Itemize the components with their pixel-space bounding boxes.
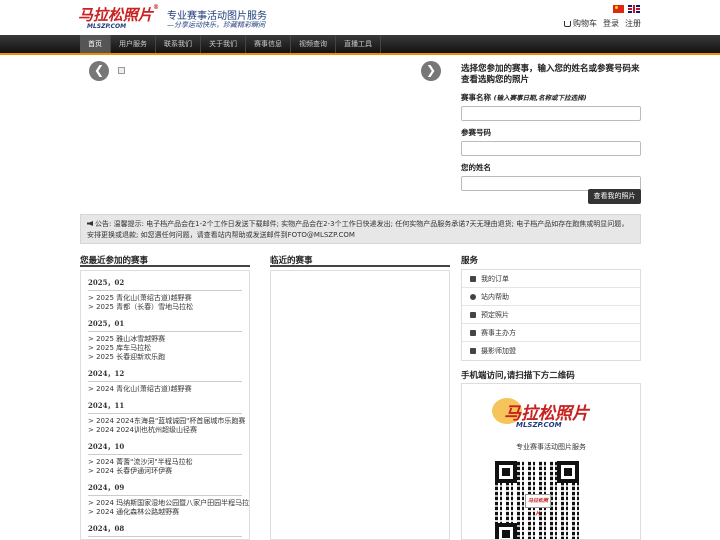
bullet-arrow-icon: > xyxy=(88,303,97,311)
event-month-header: 2024，08 xyxy=(88,524,242,537)
your-name-label: 您的姓名 xyxy=(461,163,491,172)
upcoming-events-title: 临近的赛事 xyxy=(270,254,450,267)
bullet-arrow-icon: > xyxy=(88,294,97,302)
bullet-arrow-icon: > xyxy=(88,499,97,507)
photo-slider: ❮ ❯ xyxy=(80,56,445,206)
register-link[interactable]: 注册 xyxy=(625,18,641,29)
chinese-flag-icon[interactable] xyxy=(613,5,624,13)
camera-icon xyxy=(470,348,476,354)
qr-panel: 马拉松照片 MLSZP.COM 专业赛事活动图片服务 马拉松照片 xyxy=(461,383,641,540)
bullet-arrow-icon: > xyxy=(88,344,97,352)
qr-finder-icon xyxy=(557,461,579,483)
event-name-label: 赛事名称 (输入赛事日期,名称或下拉选择) xyxy=(461,93,587,102)
service-help[interactable]: 站内帮助 xyxy=(462,288,640,306)
search-heading: 选择您参加的赛事，输入您的姓名或参赛号码来查看选购您的照片 xyxy=(461,64,640,85)
event-month-header: 2024，11 xyxy=(88,401,242,414)
speaker-icon xyxy=(87,221,93,226)
nav-events[interactable]: 赛事信息 xyxy=(246,35,291,53)
login-link[interactable]: 登录 xyxy=(603,18,619,29)
event-name-input[interactable] xyxy=(461,106,641,121)
qr-code-icon: 马拉松照片 xyxy=(495,461,579,539)
event-link[interactable]: > 2024 2024东海县"蓝城诚园"杯首届城市乐跑赛 xyxy=(88,417,245,426)
event-link[interactable]: > 2024 玛纳斯国家湿地公园暨八家户田园半程马拉松 xyxy=(88,499,249,508)
help-icon xyxy=(470,294,476,300)
announcement-text: 公告: 温馨提示: 电子档产品会在1-2个工作日发送下载邮件; 实物产品会在2-… xyxy=(87,220,629,239)
event-month-header: 2025，01 xyxy=(88,319,242,332)
services-title: 服务 xyxy=(461,256,479,266)
service-reserve-photos[interactable]: 预定照片 xyxy=(462,306,640,324)
event-link[interactable]: > 2025 青化山(萧绍古道)越野赛 xyxy=(88,294,242,303)
qr-caption: 专业赛事活动图片服务 xyxy=(516,443,586,451)
event-month-header: 2024，10 xyxy=(88,442,242,455)
site-header: 马拉松照片® MLSZP.COM 专业赛事活动图片服务 —分享运动快乐，珍藏精彩… xyxy=(0,0,720,35)
upcoming-events-list xyxy=(270,270,450,540)
logo-domain: MLSZP.COM xyxy=(87,23,127,30)
nav-home[interactable]: 首页 xyxy=(80,35,111,53)
event-link[interactable]: > 2024 长春伊通河环伊赛 xyxy=(88,467,242,476)
bullet-arrow-icon: > xyxy=(88,467,97,475)
event-link[interactable]: > 2025 雅山冰雪越野赛 xyxy=(88,335,242,344)
announcement-bar: 公告: 温馨提示: 电子档产品会在1-2个工作日发送下载邮件; 实物产品会在2-… xyxy=(80,214,641,244)
main-nav: 首页 用户服务 联系我们 关于我们 赛事信息 视频查询 直播工具 xyxy=(0,35,720,55)
bullet-arrow-icon: > xyxy=(88,458,97,466)
event-month-header: 2024，12 xyxy=(88,369,242,382)
english-flag-icon[interactable] xyxy=(628,5,640,13)
photo-search-form: 选择您参加的赛事，输入您的姓名或参赛号码来查看选购您的照片 赛事名称 (输入赛事… xyxy=(461,64,641,204)
event-link[interactable]: > 2025 长春迎新欢乐跑 xyxy=(88,353,242,362)
thumbs-up-icon xyxy=(470,276,476,282)
slider-prev-button[interactable]: ❮ xyxy=(89,61,109,81)
qr-title: 手机端访问,请扫描下方二维码 xyxy=(461,371,575,381)
broken-image-icon xyxy=(118,67,125,74)
services-list: 我的订单 站内帮助 预定照片 赛事主办方 摄影师加盟 xyxy=(461,269,641,361)
bullet-arrow-icon: > xyxy=(88,335,97,343)
event-link[interactable]: > 2025 青都（长春）雪地马拉松 xyxy=(88,303,242,312)
qr-finder-icon xyxy=(495,461,517,483)
bullet-arrow-icon: > xyxy=(88,426,97,434)
nav-contact[interactable]: 联系我们 xyxy=(156,35,201,53)
event-link[interactable]: > 2024 通化森林公路越野赛 xyxy=(88,508,242,517)
site-logo[interactable]: 马拉松照片® MLSZP.COM xyxy=(75,4,160,32)
tagline-sub: —分享运动快乐，珍藏精彩瞬间 xyxy=(167,21,265,29)
event-link[interactable]: > 2025 库车马拉松 xyxy=(88,344,242,353)
qr-center-logo: 马拉松照片 xyxy=(525,494,551,517)
top-links: 购物车 登录 注册 xyxy=(564,18,641,29)
service-organizers[interactable]: 赛事主办方 xyxy=(462,324,640,342)
nav-video[interactable]: 视频查询 xyxy=(291,35,336,53)
nav-user-service[interactable]: 用户服务 xyxy=(111,35,156,53)
cart-icon xyxy=(564,20,571,27)
bullet-arrow-icon: > xyxy=(88,353,97,361)
edit-icon xyxy=(470,312,476,318)
qr-finder-icon xyxy=(495,523,517,539)
event-link[interactable]: > 2024 青化山(萧绍古道)越野赛 xyxy=(88,385,242,394)
service-photographer-join[interactable]: 摄影师加盟 xyxy=(462,342,640,360)
bullet-arrow-icon: > xyxy=(88,385,97,393)
nav-live-tools[interactable]: 直播工具 xyxy=(336,35,381,53)
bib-number-label: 参赛号码 xyxy=(461,128,491,137)
bib-number-input[interactable] xyxy=(461,141,641,156)
recent-events-title: 您最近参加的赛事 xyxy=(80,254,250,267)
logo-text: 马拉松照片® xyxy=(78,4,160,24)
view-my-photos-button[interactable]: 查看我的照片 xyxy=(588,189,641,204)
event-month-header: 2024，09 xyxy=(88,483,242,496)
event-link[interactable]: > 2024 菁蓍"流沙河"半程马拉松 xyxy=(88,458,242,467)
slider-next-button[interactable]: ❯ xyxy=(421,61,441,81)
flag-icon xyxy=(470,330,476,336)
event-month-header: 2025，02 xyxy=(88,278,242,291)
service-my-orders[interactable]: 我的订单 xyxy=(462,270,640,288)
recent-events-list: 2025，02 > 2025 青化山(萧绍古道)越野赛 > 2025 青都（长春）雪… xyxy=(80,270,250,540)
cart-link[interactable]: 购物车 xyxy=(564,18,597,29)
event-link[interactable]: > 2024 2024训也杭州超级山径赛 xyxy=(88,426,242,435)
nav-about[interactable]: 关于我们 xyxy=(201,35,246,53)
bullet-arrow-icon: > xyxy=(88,417,97,425)
qr-logo-domain: MLSZP.COM xyxy=(516,421,562,429)
bullet-arrow-icon: > xyxy=(88,508,97,516)
